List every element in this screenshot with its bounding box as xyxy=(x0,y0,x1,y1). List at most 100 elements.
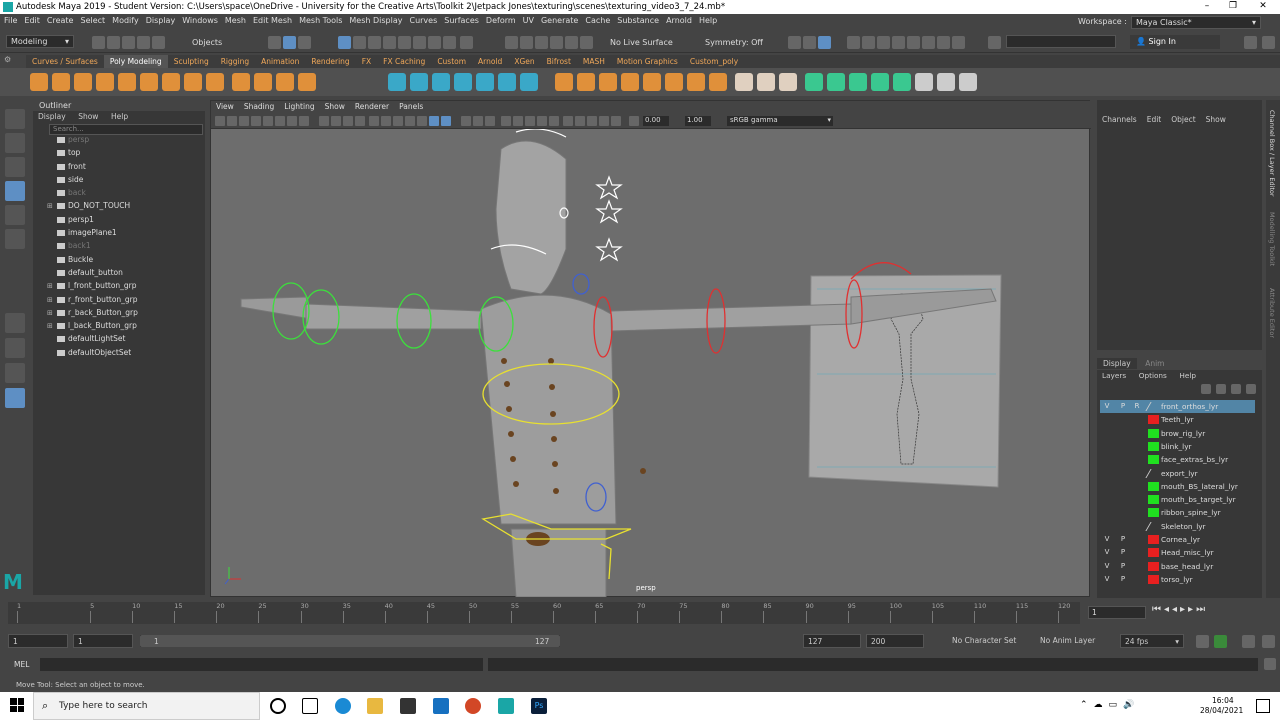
time-slider[interactable]: 1 5 10 15 20 25 30 35 40 45 50 55 60 65 70 75 80 85 90 95 10… xyxy=(0,598,1280,628)
viewport-tool-icon[interactable] xyxy=(501,116,511,126)
lock-icon[interactable] xyxy=(460,36,473,49)
magnet-surface-icon[interactable] xyxy=(565,36,578,49)
layer-visibility-toggle[interactable]: V xyxy=(1102,402,1112,410)
layer-row[interactable]: blink_lyr xyxy=(1100,440,1255,453)
new-layer-selected-icon[interactable] xyxy=(1246,384,1256,394)
colorspace-dropdown[interactable]: sRGB gamma ▾ xyxy=(727,116,833,126)
layer-playback-toggle[interactable]: P xyxy=(1118,562,1128,570)
layer-row[interactable]: ribbon_spine_lyr xyxy=(1100,506,1255,519)
snap-curve-icon[interactable] xyxy=(353,36,366,49)
shelf-uv-editor-icon[interactable] xyxy=(849,73,867,91)
mode-dropdown[interactable]: Modeling ▾ xyxy=(6,35,74,48)
snap-vertex-icon[interactable] xyxy=(413,36,426,49)
viewport-tool-icon[interactable] xyxy=(611,116,621,126)
fps-dropdown[interactable]: 24 fps ▾ xyxy=(1120,634,1184,648)
viewport-tool-icon[interactable] xyxy=(275,116,285,126)
layer-visibility-toggle[interactable]: V xyxy=(1102,535,1112,543)
menu-modify[interactable]: Modify xyxy=(108,14,142,25)
character-set-dropdown[interactable]: No Character Set xyxy=(952,636,1016,645)
menu-file[interactable]: File xyxy=(0,14,20,25)
shelf-insert-loop-icon[interactable] xyxy=(757,73,775,91)
outliner-item[interactable]: back1 xyxy=(33,241,198,254)
viewport-menu-renderer[interactable]: Renderer xyxy=(350,101,394,111)
side-tab-channel-box[interactable]: Channel Box / Layer Editor xyxy=(1268,110,1276,197)
file-explorer-icon[interactable] xyxy=(367,698,383,714)
expand-icon[interactable]: ⊞ xyxy=(47,202,53,210)
outliner-item[interactable]: ⊞ l_back_Button_grp xyxy=(33,321,198,334)
magnet-curve-icon[interactable] xyxy=(520,36,533,49)
viewport-tool-icon[interactable] xyxy=(227,116,237,126)
outliner-item[interactable]: imagePlane1 xyxy=(33,228,198,241)
menu-generate[interactable]: Generate xyxy=(537,14,581,25)
viewport-tool-icon[interactable] xyxy=(563,116,573,126)
select-object-icon[interactable] xyxy=(283,36,296,49)
layer-playback-toggle[interactable]: P xyxy=(1118,548,1128,556)
shelf-separate-icon[interactable] xyxy=(410,73,428,91)
start-time-field[interactable]: 1 xyxy=(8,634,68,648)
magnet-grid-icon[interactable] xyxy=(535,36,548,49)
viewport-tool-icon[interactable] xyxy=(417,116,427,126)
shelf-svg-icon[interactable] xyxy=(298,73,316,91)
sound-icon[interactable] xyxy=(1262,635,1275,648)
shelf-paint-weights-icon[interactable] xyxy=(871,73,889,91)
select-tool-icon[interactable] xyxy=(5,109,25,129)
cortana-icon[interactable] xyxy=(270,698,286,714)
layers-menu-layers[interactable]: Layers xyxy=(1097,371,1131,380)
output-ops-icon[interactable] xyxy=(818,36,831,49)
layer-color-swatch[interactable] xyxy=(1148,548,1159,558)
shelf-tab-custom[interactable]: Custom xyxy=(431,55,472,68)
shelf-sculpt-icon[interactable] xyxy=(893,73,911,91)
shelf-multi-cut-icon[interactable] xyxy=(643,73,661,91)
shelf-auto-uv-icon[interactable] xyxy=(827,73,845,91)
viewport-tool-icon[interactable] xyxy=(381,116,391,126)
toggle-sidebar-icon[interactable] xyxy=(1244,36,1257,49)
mel-input[interactable] xyxy=(40,658,483,671)
layer-color-swatch[interactable] xyxy=(1145,468,1162,478)
redo-icon[interactable] xyxy=(152,36,165,49)
shelf-unfold-icon[interactable] xyxy=(915,73,933,91)
viewport-tool-icon[interactable] xyxy=(251,116,261,126)
viewport-menu-view[interactable]: View xyxy=(211,101,239,111)
outliner-item[interactable]: persp xyxy=(33,135,198,148)
snap-face-icon[interactable] xyxy=(443,36,456,49)
layer-row[interactable]: Teeth_lyr xyxy=(1100,413,1255,426)
layer-row[interactable]: brow_rig_lyr xyxy=(1100,427,1255,440)
shelf-cube-icon[interactable] xyxy=(52,73,70,91)
viewport-menu-panels[interactable]: Panels xyxy=(394,101,428,111)
viewport-tool-icon[interactable] xyxy=(549,116,559,126)
taskbar-search-box[interactable]: ⌕ Type here to search xyxy=(33,692,260,720)
outliner-item[interactable]: top xyxy=(33,148,198,161)
shelf-extrude-icon[interactable] xyxy=(555,73,573,91)
layer-playback-toggle[interactable]: P xyxy=(1118,402,1128,410)
viewport-tool-icon[interactable] xyxy=(575,116,585,126)
snap-edge-icon[interactable] xyxy=(428,36,441,49)
outliner-item[interactable]: default_button xyxy=(33,268,198,281)
viewport-tool-icon[interactable] xyxy=(473,116,483,126)
outliner-item[interactable]: ⊞ r_front_button_grp xyxy=(33,295,198,308)
shelf-text-icon[interactable] xyxy=(276,73,294,91)
layer-playback-toggle[interactable]: P xyxy=(1118,535,1128,543)
edge-icon[interactable] xyxy=(335,698,351,714)
windows-start-icon[interactable] xyxy=(10,698,24,712)
current-frame-field[interactable]: 1 xyxy=(1088,606,1146,619)
shelf-tab-rigging[interactable]: Rigging xyxy=(215,55,255,68)
construction-history-icon[interactable] xyxy=(788,36,801,49)
viewport-tool-icon[interactable] xyxy=(485,116,495,126)
shelf-bevel-edge-icon[interactable] xyxy=(709,73,727,91)
gamma-field[interactable]: 1.00 xyxy=(685,116,711,126)
close-button[interactable]: ✕ xyxy=(1256,1,1270,11)
shelf-tab-custom-poly[interactable]: Custom_poly xyxy=(684,55,744,68)
playback-end-field[interactable]: 127 xyxy=(803,634,861,648)
shelf-target-weld-icon[interactable] xyxy=(665,73,683,91)
pause-render-icon[interactable] xyxy=(952,36,965,49)
shelf-disc-icon[interactable] xyxy=(162,73,180,91)
menu-deform[interactable]: Deform xyxy=(482,14,519,25)
shelf-bridge-icon[interactable] xyxy=(577,73,595,91)
undo-icon[interactable] xyxy=(137,36,150,49)
input-line-icon[interactable] xyxy=(988,36,1001,49)
menu-arnold[interactable]: Arnold xyxy=(662,14,695,25)
menu-mesh-display[interactable]: Mesh Display xyxy=(345,14,405,25)
open-scene-icon[interactable] xyxy=(107,36,120,49)
magnet-point-icon[interactable] xyxy=(550,36,563,49)
layout-four-icon[interactable] xyxy=(5,338,25,358)
